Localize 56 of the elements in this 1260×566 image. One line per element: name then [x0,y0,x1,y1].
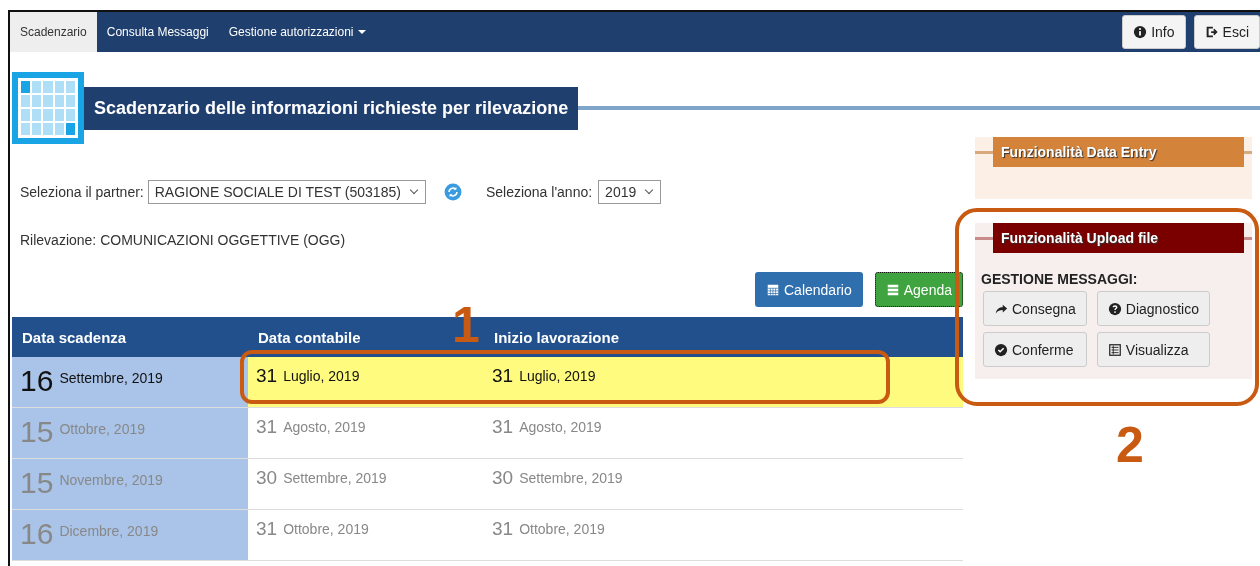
panel-title: Funzionalità Data Entry [993,137,1244,167]
day-number: 31 [492,416,514,438]
month-year: Agosto, 2019 [519,418,602,435]
nav-tab[interactable]: Consulta Messaggi [96,12,219,52]
field-label: Seleziona l'anno: [485,184,593,200]
field-label: Seleziona il partner: [20,184,144,200]
month-year: Agosto, 2019 [283,418,366,435]
exit-button[interactable]: Esci [1193,15,1260,49]
month-year: Settembre, 2019 [519,469,623,486]
month-year: Ottobre, 2019 [519,520,605,537]
column-header: Inizio lavorazione [493,328,621,346]
month-year: Ottobre, 2019 [59,420,145,437]
info-icon [1133,25,1148,39]
month-year: Dicembre, 2019 [59,522,159,539]
partner-select[interactable]: RAGIONE SOCIALE DI TEST (503185) [147,180,426,204]
diagnostic-button[interactable]: Diagnostico [1096,291,1210,326]
day-number: 30 [492,467,514,489]
exit-icon [1204,25,1219,39]
check-icon [994,342,1008,357]
month-year: Ottobre, 2019 [283,520,369,537]
day-number: 31 [492,365,514,387]
day-number: 30 [256,467,278,489]
info-button[interactable]: Info [1122,15,1186,49]
month-year: Luglio, 2019 [519,367,596,384]
table-icon [1107,342,1122,357]
year-select[interactable]: 2019 [598,180,662,204]
day-number: 15 [20,418,54,446]
day-number: 31 [492,518,514,540]
nav-tab[interactable]: Scadenzario [10,12,97,52]
section-label: GESTIONE MESSAGGI: [981,271,1139,287]
day-number: 16 [20,367,54,395]
panel-title: Funzionalità Upload file [993,223,1244,253]
calendar-button[interactable]: Calendario [755,272,863,307]
view-button[interactable]: Visualizza [1096,332,1210,367]
month-year: Luglio, 2019 [283,367,360,384]
survey-text: Rilevazione: COMUNICAZIONI OGGETTIVE (OGG) [20,232,347,248]
refresh-icon[interactable] [443,183,462,201]
annotation-number: 2 [1116,422,1144,468]
page-title: Scadenzario delle informazioni richieste per rilevazione [84,86,579,130]
nav-tab[interactable]: Gestione autorizzazioni [218,12,376,52]
confirm-button[interactable]: Conferme [983,332,1087,367]
calendar-icon [766,282,780,297]
list-icon [885,282,900,297]
deliver-button[interactable]: Consegna [983,291,1087,326]
month-year: Novembre, 2019 [59,471,163,488]
column-header: Data scadenza [21,328,128,346]
day-number: 31 [256,416,278,438]
month-year: Settembre, 2019 [283,469,387,486]
calendar-icon [12,72,84,144]
month-year: Settembre, 2019 [59,369,163,386]
day-number: 15 [20,469,54,497]
day-number: 16 [20,520,54,548]
day-number: 31 [256,365,278,387]
help-icon [1107,301,1122,316]
day-number: 31 [256,518,278,540]
column-header: Data contabile [257,328,362,346]
